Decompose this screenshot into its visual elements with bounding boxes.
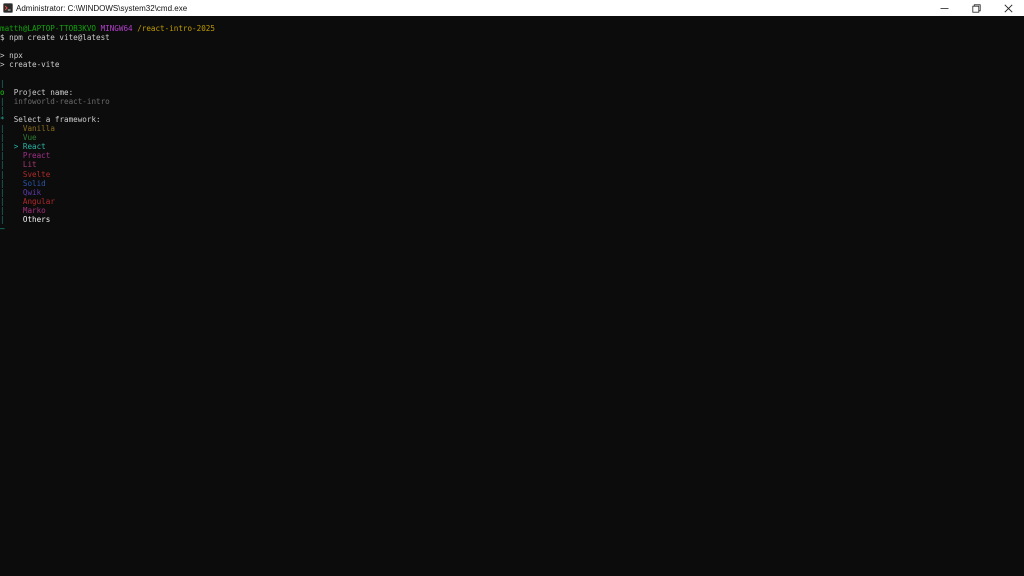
framework-option-others[interactable]: | Others [0, 215, 1012, 224]
framework-option-vue[interactable]: | Vue [0, 133, 1012, 142]
selection-spacer [14, 151, 19, 160]
framework-option-label: Solid [22, 178, 46, 188]
minimize-icon [940, 7, 948, 9]
scrollbar-thumb[interactable] [1016, 18, 1021, 574]
prompt-line: matth@LAPTOP-TTOB3KVO MINGW64 /react-int… [0, 24, 1012, 33]
gutter-bar: | [0, 178, 5, 188]
selection-spacer [14, 197, 19, 206]
framework-list[interactable]: | Vanilla | Vue | > React | Preact | Lit | Sv… [0, 124, 1012, 224]
gutter-bar: | [0, 160, 5, 170]
selection-spacer [14, 170, 19, 179]
minimize-button[interactable] [928, 0, 960, 16]
project-value-line: | infoworld-react-intro [0, 97, 1012, 106]
gutter-bar: | [0, 124, 5, 134]
scrollbar[interactable] [1012, 16, 1024, 576]
framework-option-label: Qwik [22, 187, 42, 197]
framework-option-label: Angular [22, 196, 55, 206]
selection-spacer [14, 188, 19, 197]
selection-spacer [14, 160, 19, 169]
selection-cursor: > [13, 142, 19, 152]
restore-icon [971, 3, 981, 13]
framework-prompt-line: * Select a framework: [0, 115, 1012, 124]
prompt-path: /react-intro-2025 [137, 24, 215, 33]
selection-spacer [14, 124, 19, 133]
close-button[interactable] [992, 0, 1024, 16]
terminal-window: Administrator: C:\WINDOWS\system32\cmd.e… [0, 0, 1024, 576]
git-bash-icon [3, 3, 13, 13]
prompt-user-host: matth@LAPTOP-TTOB3KVO [0, 24, 97, 33]
framework-option-label: Vanilla [22, 124, 55, 134]
gutter-bar: | [0, 205, 5, 215]
framework-option-qwik[interactable]: | Qwik [0, 188, 1012, 197]
gutter-bar: | [0, 169, 5, 179]
npx-line: > npx [0, 51, 23, 61]
gutter-bar: | [0, 196, 5, 206]
gutter-line: | [0, 105, 5, 115]
prompt-end-marker: — [0, 224, 5, 234]
restore-button[interactable] [960, 0, 992, 16]
framework-option-label: Lit [22, 160, 37, 170]
close-icon [1003, 3, 1013, 13]
gutter-bar: | [0, 151, 5, 161]
framework-option-label: Preact [22, 151, 51, 161]
gutter-bar: | [0, 214, 5, 224]
selection-spacer [14, 206, 19, 215]
framework-option-lit[interactable]: | Lit [0, 160, 1012, 169]
framework-option-marko[interactable]: | Marko [0, 206, 1012, 215]
framework-option-label: Marko [22, 205, 46, 215]
framework-label: Select a framework: [13, 114, 101, 124]
framework-option-label: Vue [22, 133, 37, 143]
gutter-bar: | [0, 96, 5, 106]
framework-option-svelte[interactable]: | Svelte [0, 170, 1012, 179]
command-line: $ npm create vite@latest [0, 33, 110, 43]
framework-option-react[interactable]: | > React [0, 142, 1012, 151]
selection-spacer [14, 215, 19, 224]
selection-spacer [14, 133, 19, 142]
gutter-line: | [0, 78, 5, 88]
project-name-label: Project name: [13, 87, 74, 97]
framework-option-label: React [22, 142, 46, 152]
framework-option-angular[interactable]: | Angular [0, 197, 1012, 206]
framework-option-vanilla[interactable]: | Vanilla [0, 124, 1012, 133]
terminal-output[interactable]: matth@LAPTOP-TTOB3KVO MINGW64 /react-int… [0, 16, 1012, 576]
create-vite-line: > create-vite [0, 60, 60, 70]
gutter-bar: | [0, 187, 5, 197]
framework-option-label: Svelte [22, 169, 51, 179]
gutter-bar: | [0, 133, 5, 143]
project-name-line: o Project name: [0, 88, 1012, 97]
framework-option-solid[interactable]: | Solid [0, 179, 1012, 188]
prompt-system: MINGW64 [100, 24, 133, 33]
framework-option-preact[interactable]: | Preact [0, 151, 1012, 160]
window-title: Administrator: C:\WINDOWS\system32\cmd.e… [16, 3, 188, 13]
window-controls [928, 0, 1024, 16]
gutter-bar: | [0, 142, 5, 152]
project-bullet: o [0, 87, 5, 97]
selection-spacer [14, 179, 19, 188]
framework-bullet: * [0, 114, 5, 124]
title-bar[interactable]: Administrator: C:\WINDOWS\system32\cmd.e… [0, 0, 1024, 16]
framework-option-label: Others [22, 214, 51, 224]
project-name-value: infoworld-react-intro [13, 96, 110, 106]
